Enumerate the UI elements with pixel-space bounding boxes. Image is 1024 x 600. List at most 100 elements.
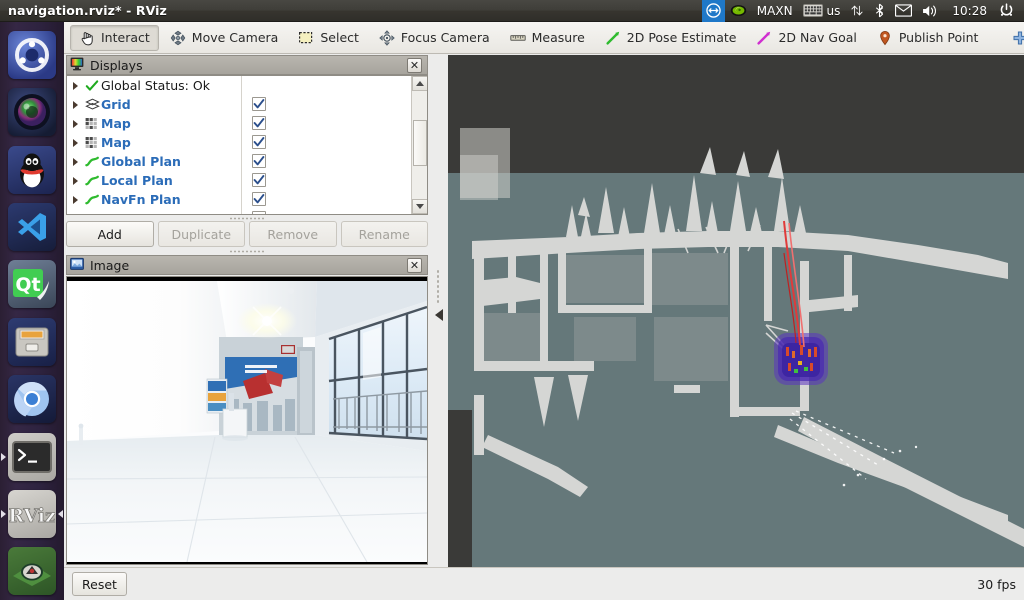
map-pin-icon — [877, 30, 893, 46]
launcher-item-vscode[interactable] — [0, 198, 64, 255]
launcher-item-android-studio[interactable] — [0, 543, 64, 600]
launcher-item-qq-messenger[interactable] — [0, 141, 64, 198]
unity-launcher: Qt RViz — [0, 22, 64, 600]
rename-display-button[interactable]: Rename — [340, 221, 428, 247]
power-mode-label[interactable]: MAXN — [752, 0, 798, 22]
launcher-item-rviz[interactable]: RViz — [0, 485, 64, 542]
tree-row-global-plan[interactable]: Global Plan — [67, 152, 411, 171]
launcher-item-chromium-browser[interactable] — [0, 370, 64, 427]
add-display-label: Add — [97, 226, 122, 242]
system-tray: MAXN us 10:28 — [701, 0, 1024, 22]
tool-interact[interactable]: Interact — [70, 24, 159, 51]
clock[interactable]: 10:28 — [945, 0, 994, 22]
rviz-toolbar: Interact Move Camera Select Focus Camera — [64, 22, 1024, 54]
dock-splitter[interactable] — [430, 55, 448, 567]
tool-move-camera[interactable]: Move Camera — [161, 25, 288, 51]
displays-tree-scrollbar[interactable] — [411, 76, 427, 214]
tool-publish-point[interactable]: Publish Point — [868, 25, 988, 51]
tool-focus-camera[interactable]: Focus Camera — [370, 25, 499, 51]
tree-item-label: NavFn Plan — [101, 192, 181, 207]
tree-item-label: Map — [101, 135, 131, 150]
green-arrow-icon — [605, 30, 621, 46]
window-title: navigation.rviz* - RViz — [8, 3, 167, 18]
tree-item-checkbox[interactable] — [252, 116, 266, 130]
duplicate-display-button[interactable]: Duplicate — [157, 221, 245, 247]
expand-arrow-icon[interactable] — [67, 138, 83, 147]
image-panel-frame — [66, 276, 428, 565]
tree-item-label: Global Plan — [101, 154, 181, 169]
tool-measure[interactable]: Measure — [501, 25, 594, 51]
green-check-icon — [83, 78, 101, 94]
tool-2d-pose-estimate-label: 2D Pose Estimate — [626, 30, 737, 45]
focus-camera-icon — [379, 29, 395, 46]
tree-item-checkbox[interactable] — [252, 97, 266, 111]
expand-arrow-icon[interactable] — [67, 157, 83, 166]
displays-tree[interactable]: Global Status: Ok Grid Map Map Global Pl… — [66, 75, 428, 215]
add-display-button[interactable]: Add — [66, 221, 154, 247]
teamviewer-icon[interactable] — [701, 0, 725, 22]
launcher-item-camera-app[interactable] — [0, 83, 64, 140]
tree-column-separator — [241, 95, 242, 114]
status-bar: Reset 30 fps — [64, 567, 1024, 600]
session-menu-icon[interactable] — [994, 0, 1019, 22]
focused-indicator-right — [58, 509, 63, 518]
image-panel-icon — [70, 257, 84, 274]
tree-item-checkbox[interactable] — [252, 135, 266, 149]
rviz-3d-view[interactable] — [448, 55, 1024, 567]
tree-item-label: Global Status: Ok — [101, 78, 210, 93]
tree-row-grid[interactable]: Grid — [67, 95, 411, 114]
expand-arrow-icon[interactable] — [67, 100, 83, 109]
tree-row-navfn-plan[interactable]: NavFn Plan — [67, 190, 411, 209]
tree-row-map-2[interactable]: Map — [67, 133, 411, 152]
clock-text: 10:28 — [952, 3, 987, 18]
svg-text:Qt: Qt — [15, 274, 40, 296]
rviz-main-window: Interact Move Camera Select Focus Camera — [64, 22, 1024, 600]
mail-icon[interactable] — [890, 0, 917, 22]
bluetooth-icon[interactable] — [869, 0, 890, 22]
keyboard-layout-indicator[interactable]: us — [798, 0, 846, 22]
ruler-icon — [509, 30, 526, 46]
tool-select-label: Select — [320, 30, 359, 45]
scroll-down-icon[interactable] — [412, 199, 427, 214]
hand-icon — [79, 30, 95, 46]
duplicate-display-label: Duplicate — [171, 226, 232, 242]
volume-icon[interactable] — [917, 0, 945, 22]
reset-button[interactable]: Reset — [72, 572, 127, 596]
remove-display-label: Remove — [267, 226, 319, 242]
tree-item-checkbox[interactable] — [252, 154, 266, 168]
expand-arrow-icon[interactable] — [67, 176, 83, 185]
tool-2d-nav-goal[interactable]: 2D Nav Goal — [747, 25, 865, 51]
tool-publish-point-label: Publish Point — [898, 30, 979, 45]
fps-counter: 30 fps — [977, 576, 1016, 592]
launcher-item-qt-creator[interactable]: Qt — [0, 256, 64, 313]
launcher-item-terminal[interactable] — [0, 428, 64, 485]
remove-display-button[interactable]: Remove — [249, 221, 337, 247]
scroll-up-icon[interactable] — [412, 76, 427, 91]
tree-row-local-plan[interactable]: Local Plan — [67, 171, 411, 190]
tree-row-map-1[interactable]: Map — [67, 114, 411, 133]
tool-move-camera-label: Move Camera — [191, 30, 279, 45]
launcher-item-file-manager[interactable] — [0, 313, 64, 370]
expand-arrow-icon[interactable] — [67, 119, 83, 128]
local-costmap — [774, 333, 828, 385]
nvidia-icon[interactable] — [725, 0, 752, 22]
tree-column-separator — [241, 152, 242, 171]
launcher-item-ubuntu-dash[interactable] — [0, 26, 64, 83]
displays-panel-close-button[interactable]: ✕ — [407, 57, 422, 73]
expand-arrow-icon[interactable] — [67, 81, 83, 90]
tree-item-checkbox[interactable] — [252, 173, 266, 187]
tree-item-checkbox[interactable] — [252, 192, 266, 206]
tree-row-global-status[interactable]: Global Status: Ok — [67, 76, 411, 95]
close-icon: ✕ — [409, 58, 420, 72]
tool-2d-pose-estimate[interactable]: 2D Pose Estimate — [596, 25, 746, 51]
tree-item-label: Local Plan — [101, 173, 173, 188]
tool-focus-camera-label: Focus Camera — [400, 30, 490, 45]
scrollbar-thumb[interactable] — [413, 120, 427, 166]
tool-select[interactable]: Select — [289, 25, 368, 51]
expand-arrow-icon[interactable] — [67, 195, 83, 204]
image-panel-close-button[interactable]: ✕ — [407, 257, 422, 273]
image-panel-splitter-grip[interactable] — [66, 248, 428, 254]
add-tool-button[interactable] — [1003, 25, 1024, 51]
collapse-left-arrow-icon[interactable] — [435, 309, 443, 321]
network-icon[interactable] — [845, 0, 869, 22]
